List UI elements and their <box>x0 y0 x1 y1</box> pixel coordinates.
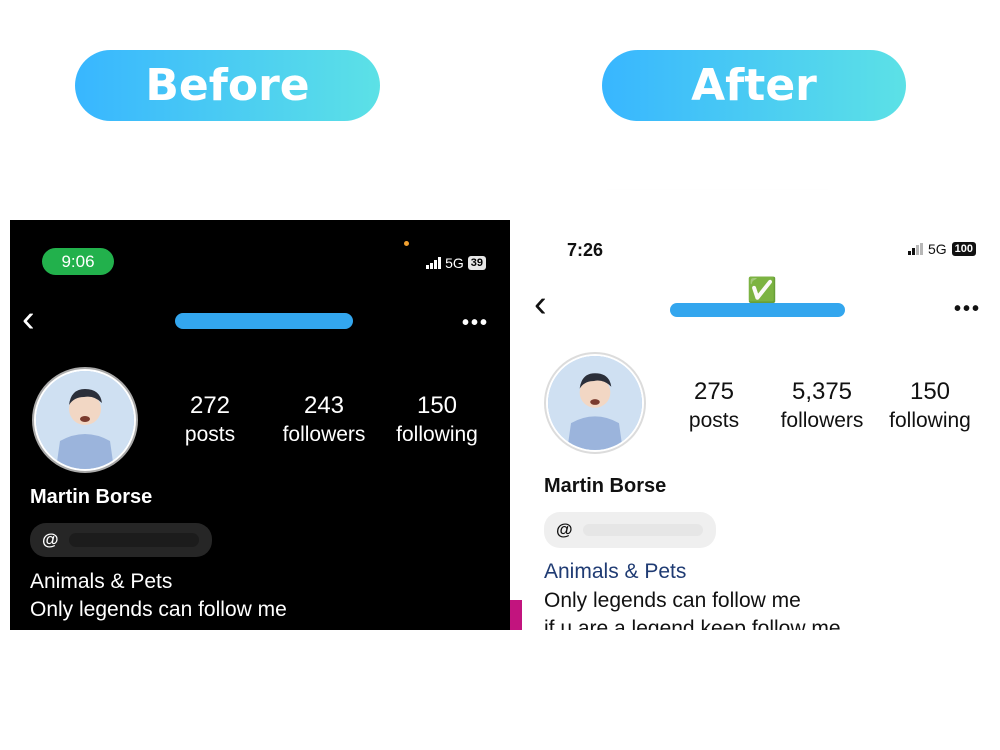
status-bar-right: 5G 39 <box>426 255 486 271</box>
redacted-threads-handle <box>68 533 199 547</box>
more-options-icon[interactable]: ••• <box>462 312 489 335</box>
status-time: 9:06 <box>42 248 114 275</box>
following-label[interactable]: following <box>881 409 979 433</box>
followers-label[interactable]: followers <box>272 423 376 447</box>
threads-icon: @ <box>556 520 573 539</box>
following-count[interactable]: 150 <box>895 378 965 406</box>
network-type: 5G <box>927 241 947 257</box>
avatar[interactable] <box>544 352 646 454</box>
threads-link-chip[interactable]: @ <box>544 512 716 548</box>
posts-count: 272 <box>189 392 231 419</box>
signal-icon <box>426 257 442 269</box>
redacted-threads-handle <box>582 524 703 536</box>
bio-line-2: if u are a legend keep follow me <box>544 617 841 630</box>
profile-cartoon-icon <box>548 356 642 450</box>
before-profile-screenshot: 9:06 5G 39 ‹ ••• 272 posts 243 followers… <box>10 220 510 630</box>
profile-cartoon-icon <box>36 371 134 469</box>
following-label[interactable]: following <box>388 423 486 447</box>
before-label: Before <box>75 50 380 121</box>
category-text: Animals & Pets <box>30 570 173 593</box>
bio-line-1: Only legends can follow me <box>544 589 801 612</box>
threads-link-chip[interactable]: @ <box>30 523 212 557</box>
more-options-icon[interactable]: ••• <box>954 298 981 321</box>
redacted-username <box>670 303 845 317</box>
status-time: 7:26 <box>567 240 604 260</box>
threads-icon: @ <box>42 530 59 549</box>
category-link[interactable]: Animals & Pets <box>544 560 686 584</box>
profile-name: Martin Borse <box>30 486 153 508</box>
avatar[interactable] <box>32 367 138 473</box>
followers-count[interactable]: 5,375 <box>777 378 867 406</box>
posts-label: posts <box>688 409 740 432</box>
profile-name: Martin Borse <box>544 475 667 497</box>
bio-line: Only legends can follow me <box>30 598 287 621</box>
following-count[interactable]: 150 <box>402 392 472 420</box>
magenta-edge-left <box>510 600 522 630</box>
battery-level: 100 <box>951 242 976 256</box>
status-bar-right: 5G 100 <box>907 241 976 257</box>
verified-check-icon: ✅ <box>747 277 777 304</box>
after-profile-screenshot: 7:26 5G 100 ‹ ✅ ••• 275 posts 5,375 foll… <box>522 190 1000 630</box>
after-label: After <box>602 50 906 121</box>
network-type: 5G <box>445 255 464 271</box>
signal-icon <box>907 243 923 255</box>
back-icon[interactable]: ‹ <box>22 300 35 338</box>
redacted-username <box>175 313 353 329</box>
followers-count[interactable]: 243 <box>284 392 364 420</box>
posts-count: 275 <box>693 378 735 405</box>
followers-label[interactable]: followers <box>770 409 874 433</box>
battery-level: 39 <box>467 256 486 270</box>
back-icon[interactable]: ‹ <box>534 285 547 323</box>
privacy-indicator-dot <box>404 241 409 246</box>
posts-label: posts <box>184 423 236 446</box>
